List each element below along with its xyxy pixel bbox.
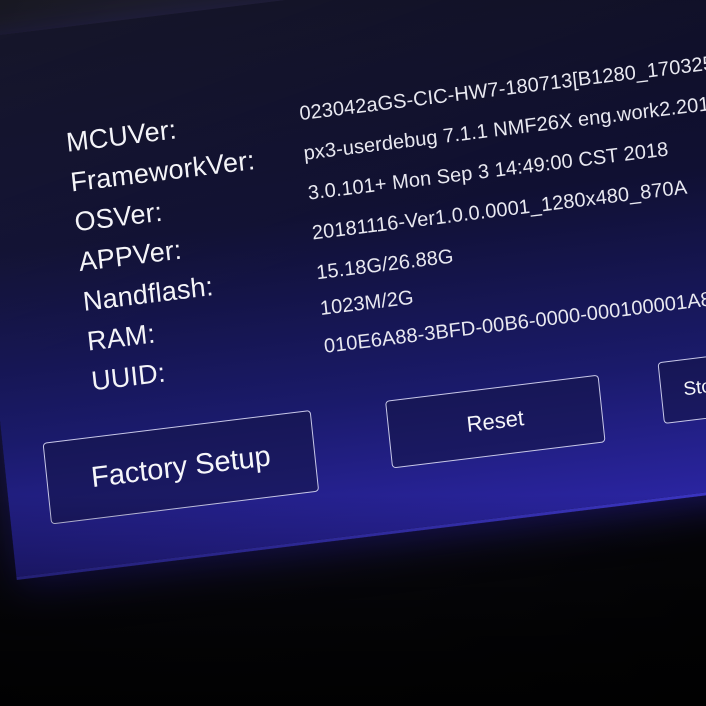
value-ram: 1023M/2G <box>318 286 415 321</box>
reset-button[interactable]: Reset <box>385 374 606 469</box>
label-uuid: UUID: <box>89 357 167 397</box>
value-nandflash: 15.18G/26.88G <box>315 245 455 285</box>
label-mcuver: MCUVer: <box>64 114 179 158</box>
photo-frame: MCUVer: FrameworkVer: OSVer: APPVer: Nan… <box>0 0 706 706</box>
factory-setup-button[interactable]: Factory Setup <box>42 409 320 525</box>
label-ram: RAM: <box>85 318 157 357</box>
label-nandflash: Nandflash: <box>81 271 215 317</box>
label-appver: APPVer: <box>77 234 184 278</box>
stop-mcu-button[interactable]: StopMcu <box>657 344 706 424</box>
label-osver: OSVer: <box>73 196 164 238</box>
car-head-unit-screen: MCUVer: FrameworkVer: OSVer: APPVer: Nan… <box>0 0 706 581</box>
